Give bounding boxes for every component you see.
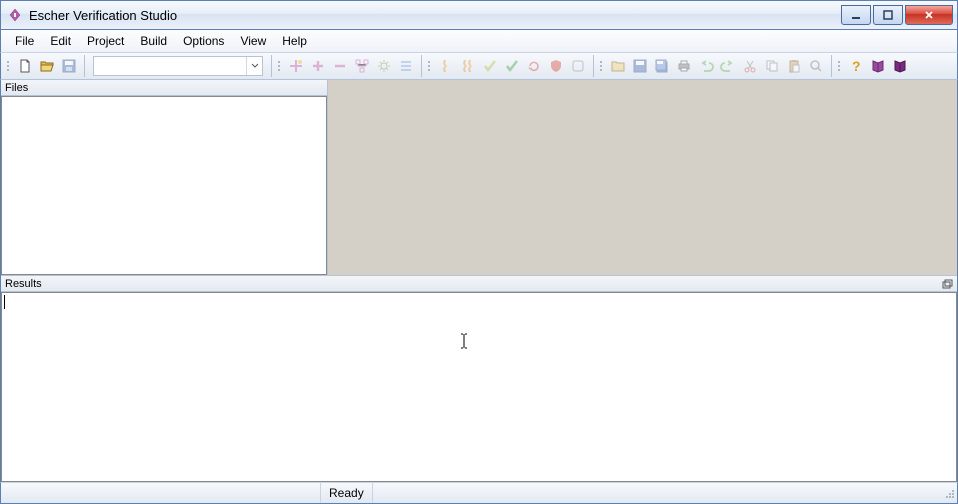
editor-area [328,80,957,275]
close-button[interactable] [905,5,953,25]
find-button[interactable] [805,55,827,77]
menu-project[interactable]: Project [79,32,132,50]
check-button[interactable] [479,55,501,77]
menu-file[interactable]: File [7,32,42,50]
open-folder-button[interactable] [607,55,629,77]
toolbar: ? [0,52,958,80]
workspace: Files Results [0,80,958,482]
config-combo[interactable] [93,56,263,76]
titlebar: Escher Verification Studio [0,0,958,30]
save-all-button[interactable] [629,55,651,77]
open-file-button[interactable] [36,55,58,77]
copy-button[interactable] [761,55,783,77]
list-button[interactable] [395,55,417,77]
toolbar-grip[interactable] [426,56,432,76]
files-panel-title: Files [5,82,28,94]
panel-restore-icon[interactable] [941,278,953,290]
menu-help[interactable]: Help [274,32,315,50]
results-panel: Results [1,275,957,482]
redo-button[interactable] [717,55,739,77]
book-button[interactable] [867,55,889,77]
menu-edit[interactable]: Edit [42,32,79,50]
help-button[interactable]: ? [845,55,867,77]
add-item-button[interactable] [285,55,307,77]
files-panel-header: Files [1,80,327,96]
statusbar: Ready [0,482,958,504]
minimize-button[interactable] [841,5,871,25]
window-title: Escher Verification Studio [29,8,839,23]
menu-view[interactable]: View [232,32,274,50]
resize-grip-icon[interactable] [941,485,957,501]
stop-shield-button[interactable] [545,55,567,77]
combo-dropdown-icon [246,57,262,75]
add-button[interactable] [307,55,329,77]
refresh-button[interactable] [523,55,545,77]
files-panel: Files [1,80,328,275]
save-button[interactable] [58,55,80,77]
accept-button[interactable] [501,55,523,77]
status-message: Ready [321,483,373,503]
toolbar-grip[interactable] [836,56,842,76]
toolbar-grip[interactable] [276,56,282,76]
text-caret-icon [459,333,460,349]
maximize-button[interactable] [873,5,903,25]
menubar: File Edit Project Build Options View Hel… [0,30,958,52]
results-panel-title: Results [5,278,42,290]
verify-single-button[interactable] [435,55,457,77]
results-text[interactable] [1,292,957,482]
save-copy-button[interactable] [651,55,673,77]
structure-button[interactable] [351,55,373,77]
app-icon [7,7,23,23]
menu-options[interactable]: Options [175,32,232,50]
print-button[interactable] [673,55,695,77]
toolbar-grip[interactable] [5,56,11,76]
blank-button[interactable] [567,55,589,77]
toolbar-grip[interactable] [598,56,604,76]
undo-button[interactable] [695,55,717,77]
new-file-button[interactable] [14,55,36,77]
svg-text:?: ? [852,58,861,74]
paste-button[interactable] [783,55,805,77]
verify-all-button[interactable] [457,55,479,77]
remove-button[interactable] [329,55,351,77]
gear-button[interactable] [373,55,395,77]
status-cell-left [1,483,321,503]
files-tree[interactable] [1,96,327,275]
cut-button[interactable] [739,55,761,77]
window-controls [839,5,953,25]
results-panel-header: Results [1,276,957,292]
menu-build[interactable]: Build [132,32,175,50]
reference-button[interactable] [889,55,911,77]
